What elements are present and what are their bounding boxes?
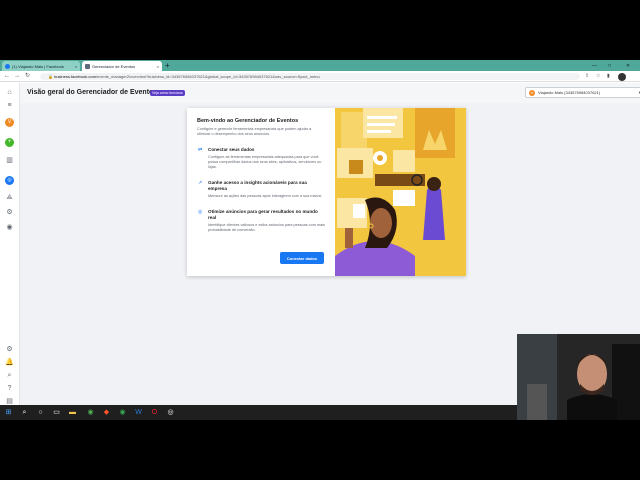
facebook-icon — [5, 63, 10, 69]
item-title: Otimize anúncios para gerar resultados n… — [208, 209, 318, 220]
forward-icon[interactable]: → — [14, 73, 20, 80]
list-item: ↗ Ganhe acesso a insights acionáveis par… — [197, 180, 325, 199]
back-icon[interactable]: ← — [4, 73, 10, 80]
account-label: Viajando Mais (343576984037621) — [538, 90, 601, 95]
avatar[interactable]: V — [5, 118, 14, 127]
webcam-overlay — [517, 334, 640, 420]
minimize-button[interactable]: — — [592, 60, 597, 71]
maximize-button[interactable]: □ — [608, 60, 611, 71]
link-icon: ⇄ — [198, 147, 203, 153]
eye-icon[interactable]: ◉ — [5, 223, 14, 232]
obs-icon[interactable]: ◎ — [166, 408, 175, 417]
search-icon[interactable]: ⌕ — [20, 408, 29, 417]
connect-data-button[interactable]: Conectar dados — [280, 252, 324, 264]
brave-icon[interactable]: ◆ — [102, 408, 111, 417]
left-rail: ⌂ ≡ V + ▥ ◎ ⟁ ⚙ ◉ ⚙ 🔔 ⌕ ? ▤ — [0, 83, 20, 420]
search-icon[interactable]: ⌕ — [5, 371, 14, 380]
item-title: Ganhe acesso a insights acionáveis para … — [208, 180, 307, 191]
menu-icon[interactable]: ≡ — [5, 101, 14, 110]
chrome-icon[interactable]: ◉ — [86, 408, 95, 417]
page-header: Visão geral do Gerenciador de Eventos Ve… — [20, 83, 640, 103]
page-title: Visão geral do Gerenciador de Eventos — [27, 89, 158, 96]
welcome-dialog: Bem-vindo ao Gerenciador de Eventos Conf… — [187, 108, 466, 276]
dialog-subtitle: Configure e gerencie ferramentas empresa… — [197, 127, 312, 136]
dialog-title: Bem-vindo ao Gerenciador de Eventos — [197, 118, 299, 124]
business-illustration — [335, 108, 466, 276]
item-text: Configure as ferramentas empresariais ad… — [208, 155, 322, 169]
new-tab-button[interactable]: + — [165, 61, 170, 70]
gear-icon[interactable]: ⚙ — [5, 208, 14, 217]
tab-label: Gerenciador de Eventos — [92, 63, 136, 69]
explorer-icon[interactable]: ▬ — [68, 408, 77, 417]
list-item: ⇄ Conectar seus dados Configure as ferra… — [197, 147, 325, 170]
chrome-icon[interactable]: ◉ — [118, 408, 127, 417]
close-icon[interactable]: × — [75, 64, 77, 69]
windows-icon[interactable]: ⊞ — [4, 408, 13, 417]
task-view-icon[interactable]: ▭ — [52, 408, 61, 417]
share-icon[interactable]: ⇪ — [585, 73, 589, 80]
gear-icon[interactable]: ⚙ — [5, 345, 14, 354]
meta-logo-icon[interactable]: ⌂ — [5, 88, 14, 97]
url-domain: business.facebook.com — [54, 74, 96, 79]
item-text: Mensure as ações das pessoas após intera… — [208, 194, 322, 198]
events-icon[interactable]: ◎ — [5, 176, 14, 185]
meta-icon — [85, 63, 90, 69]
target-icon: ◎ — [198, 209, 203, 215]
browser-window: (1) Viajando Mais | Facebook × Gerenciad… — [0, 60, 640, 420]
people-icon[interactable]: ⟁ — [5, 193, 14, 202]
illustration — [335, 108, 466, 276]
word-icon[interactable]: W — [134, 408, 143, 417]
opera-icon[interactable]: O — [150, 408, 159, 417]
cortana-icon[interactable]: ○ — [36, 408, 45, 417]
add-icon[interactable]: + — [5, 138, 14, 147]
tab-label: (1) Viajando Mais | Facebook — [12, 63, 64, 69]
item-text: Identifique clientes valiosos e exiba an… — [208, 223, 325, 232]
url-field[interactable]: 🔒 business.facebook.com/events_manager2/… — [40, 73, 580, 80]
tab-facebook[interactable]: (1) Viajando Mais | Facebook × — [2, 61, 80, 71]
tour-badge[interactable]: Veja como funciona — [150, 90, 185, 96]
address-bar: ← → ↻ 🔒 business.facebook.com/events_man… — [0, 71, 640, 82]
trend-icon: ↗ — [198, 180, 203, 186]
close-window-button[interactable]: ✕ — [626, 60, 630, 71]
close-icon[interactable]: × — [157, 64, 159, 69]
account-avatar: V — [529, 89, 535, 96]
url-path: /events_manager2/overview?business_id=34… — [95, 74, 320, 79]
star-icon[interactable]: ☆ — [596, 73, 600, 80]
extensions-icon[interactable]: ▮ — [607, 73, 610, 80]
account-selector[interactable]: V Viajando Mais (343576984037621) ▼ — [525, 87, 640, 98]
profile-avatar[interactable] — [618, 73, 626, 81]
chart-icon[interactable]: ▥ — [5, 156, 14, 165]
help-icon[interactable]: ? — [5, 384, 14, 393]
welcome-text-panel: Bem-vindo ao Gerenciador de Eventos Conf… — [187, 108, 335, 276]
list-item: ◎ Otimize anúncios para gerar resultados… — [197, 209, 325, 233]
tab-events-manager[interactable]: Gerenciador de Eventos × — [82, 61, 162, 71]
bell-icon[interactable]: 🔔 — [5, 358, 14, 367]
tab-bar: (1) Viajando Mais | Facebook × Gerenciad… — [0, 60, 640, 71]
item-title: Conectar seus dados — [208, 147, 255, 152]
reload-icon[interactable]: ↻ — [25, 73, 30, 80]
streamer-video — [517, 334, 640, 420]
